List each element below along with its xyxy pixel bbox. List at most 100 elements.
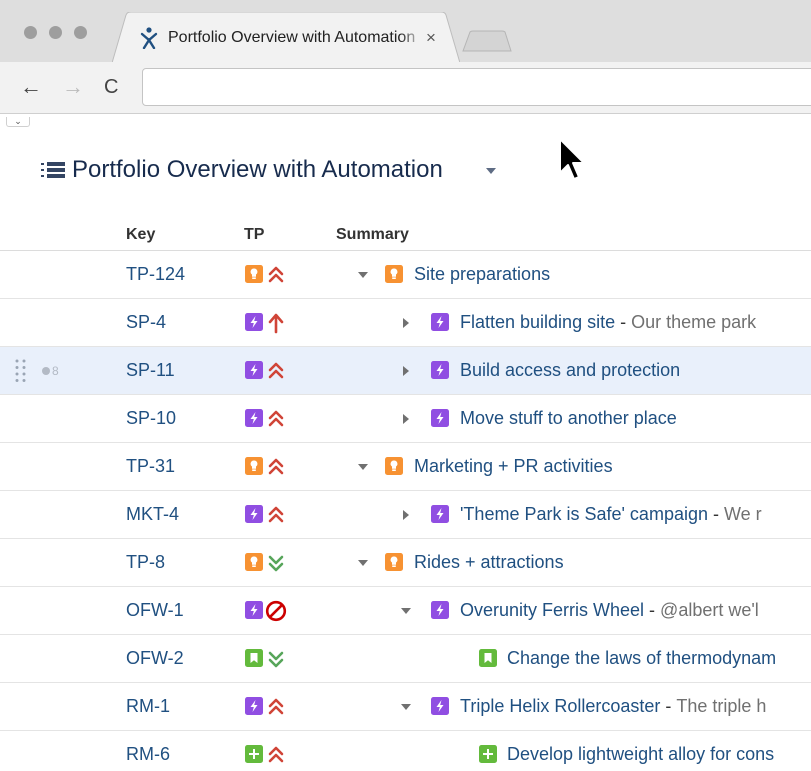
summary-separator: - [660,696,677,716]
issue-key-link[interactable]: MKT-4 [126,504,179,525]
column-header-tp[interactable]: TP [244,226,264,244]
new-tab-button[interactable] [462,30,512,52]
priority-major-icon [268,410,284,427]
column-header-summary[interactable]: Summary [336,226,409,244]
epic-type-icon [245,409,263,427]
forward-button[interactable]: → [62,74,84,100]
issue-description: @albert we'l [660,600,759,620]
epic-type-icon [245,505,263,523]
table-row[interactable]: TP-124 Site preparations [0,251,811,299]
table-row[interactable]: RM-6 Develop lightweight alloy for cons [0,731,811,771]
table-row[interactable]: MKT-4 'Theme Park is Safe' campaign - We … [0,491,811,539]
issue-summary-link[interactable]: Rides + attractions [414,552,564,573]
table-row[interactable]: OFW-2 Change the laws of thermodynam [0,635,811,683]
page-top-strip [0,115,811,127]
expand-chevron-down-icon[interactable] [400,701,412,713]
issue-description: Our theme park [631,312,757,332]
issue-key-link[interactable]: SP-11 [126,360,175,381]
table-row[interactable]: RM-1 Triple Helix Rollercoaster - The tri… [0,683,811,731]
plan-title[interactable]: Portfolio Overview with Automation [72,156,443,184]
address-bar[interactable] [142,68,811,106]
epic-type-icon [245,313,263,331]
story-type-icon [245,649,263,667]
issue-summary-link[interactable]: Overunity Ferris Wheel [460,600,644,621]
window-maximize-button[interactable] [74,26,87,39]
issue-summary-link[interactable]: Change the laws of thermodynam [507,648,776,669]
collapse-toggle-button[interactable]: ⌄ [6,117,30,127]
story-type-icon [479,649,497,667]
issue-key-link[interactable]: SP-10 [126,408,176,429]
issue-key-link[interactable]: TP-124 [126,264,185,285]
issue-key-link[interactable]: RM-1 [126,696,170,717]
epic-type-icon [245,697,263,715]
priority-highest-icon [268,313,284,334]
epic-type-icon [431,313,449,331]
epic-type-icon [245,361,263,379]
issue-summary-link[interactable]: Develop lightweight alloy for cons [507,744,774,765]
expand-chevron-right-icon[interactable] [400,317,412,329]
issue-summary-link[interactable]: Build access and protection [460,360,680,381]
priority-low-icon [268,651,284,668]
expand-chevron-right-icon[interactable] [400,509,412,521]
priority-blocker-icon [265,600,287,622]
epic-type-icon [431,697,449,715]
expand-chevron-down-icon[interactable] [357,461,369,473]
expand-chevron-down-icon[interactable] [357,557,369,569]
issue-key-link[interactable]: OFW-1 [126,600,184,621]
priority-major-icon [268,362,284,379]
issue-description: We r [723,504,762,524]
tab-title: Portfolio Overview with Automation [168,29,424,49]
summary-separator: - [615,312,632,332]
table-row[interactable]: TP-31 Marketing + PR activities [0,443,811,491]
epic-type-icon [431,361,449,379]
expand-chevron-down-icon[interactable] [400,605,412,617]
row-indicator-dots[interactable]: 8 [42,365,66,377]
initiative-type-icon [385,553,403,571]
summary-separator: - [707,504,724,524]
epic-type-icon [431,601,449,619]
tab-close-button[interactable]: × [426,29,436,47]
initiative-type-icon [385,457,403,475]
reload-button[interactable]: C [104,74,118,100]
table-row[interactable]: SP-10 Move stuff to another place [0,395,811,443]
window-minimize-button[interactable] [49,26,62,39]
priority-major-icon [268,506,284,523]
epic-type-icon [245,601,263,619]
plan-list-icon [41,162,65,178]
issue-summary-link[interactable]: 'Theme Park is Safe' campaign [460,504,708,525]
expand-chevron-right-icon[interactable] [400,365,412,377]
table-row[interactable]: OFW-1 Overunity Ferris Wheel - @albert we… [0,587,811,635]
initiative-type-icon [245,553,263,571]
column-header-key[interactable]: Key [126,226,155,244]
initiative-type-icon [245,265,263,283]
issue-key-link[interactable]: RM-6 [126,744,170,765]
initiative-type-icon [245,457,263,475]
row-count: 8 [52,364,59,378]
expand-chevron-down-icon[interactable] [357,269,369,281]
table-row[interactable]: TP-8 Rides + attractions [0,539,811,587]
drag-handle-icon[interactable] [14,358,28,384]
summary-separator: - [644,600,661,620]
plan-dropdown-chevron-icon[interactable] [486,168,496,174]
issue-summary-link[interactable]: Marketing + PR activities [414,456,613,477]
expand-chevron-right-icon[interactable] [400,413,412,425]
issue-summary-link[interactable]: Site preparations [414,264,550,285]
issue-summary-link[interactable]: Flatten building site [460,312,615,333]
jira-favicon-icon [140,27,158,49]
dot-icon [42,367,50,375]
table-row[interactable]: 8 SP-11 Build access and protection [0,347,811,395]
window-close-button[interactable] [24,26,37,39]
issue-key-link[interactable]: TP-31 [126,456,175,477]
issue-key-link[interactable]: OFW-2 [126,648,184,669]
issue-summary-link[interactable]: Move stuff to another place [460,408,677,429]
priority-major-icon [268,698,284,715]
issue-description: The triple h [676,696,767,716]
table-row[interactable]: SP-4 Flatten building site - Our theme pa… [0,299,811,347]
priority-major-icon [268,746,284,763]
back-button[interactable]: ← [20,74,42,100]
issue-key-link[interactable]: SP-4 [126,312,166,333]
issue-summary-link[interactable]: Triple Helix Rollercoaster [460,696,660,717]
issue-key-link[interactable]: TP-8 [126,552,165,573]
priority-major-icon [268,266,284,283]
initiative-type-icon [385,265,403,283]
